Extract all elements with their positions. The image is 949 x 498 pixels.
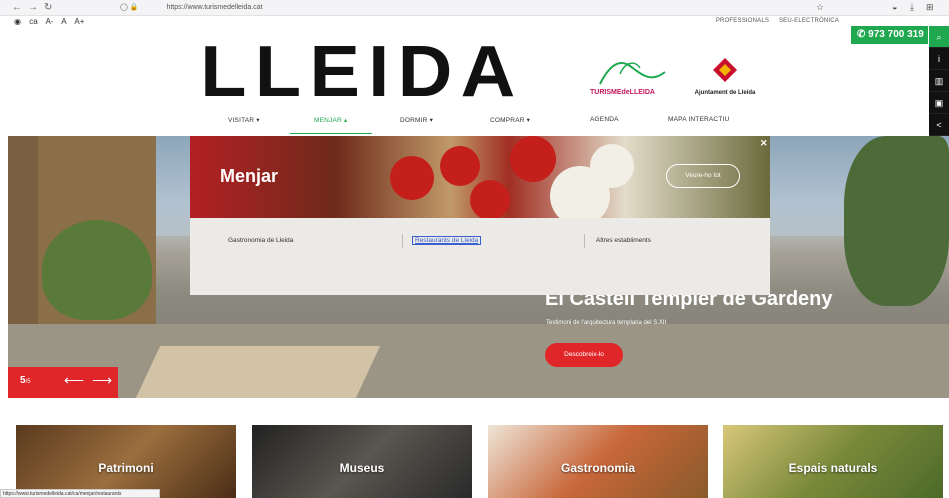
pocket-icon[interactable]: ◒ — [892, 2, 897, 12]
coat-of-arms-icon — [713, 58, 737, 82]
nav-menjar[interactable]: MENJAR ▴ — [314, 116, 347, 124]
slide-total: /5 — [25, 379, 31, 385]
next-slide-icon[interactable]: ⟶ — [92, 372, 112, 389]
turisme-logo-graphic — [599, 62, 666, 85]
language-icon[interactable]: ◉ — [14, 17, 21, 26]
divider — [402, 234, 403, 248]
phone-button[interactable]: ✆ 973 700 319 — [851, 26, 928, 44]
nav-active-indicator — [290, 133, 372, 134]
address-bar[interactable]: ◯ 🔒 https://www.turismedelleida.cat — [120, 1, 840, 14]
extensions-icon[interactable]: ⊞ — [926, 2, 934, 13]
bookmark-star-icon[interactable]: ☆ — [816, 2, 824, 13]
nav-agenda[interactable]: AGENDA — [590, 116, 619, 123]
hero-tree-right — [844, 136, 949, 306]
hero-subtitle: Testimoni de l'arquitectura templaria de… — [546, 320, 667, 326]
tomato-shape — [390, 156, 434, 200]
status-bar-url: https://www.turismedelleida.cat/ca/menja… — [0, 489, 160, 498]
search-icon[interactable]: ⌕ — [929, 26, 949, 48]
nav-comprar[interactable]: COMPRAR ▾ — [490, 116, 530, 124]
nav-dormir[interactable]: DORMIR ▾ — [400, 116, 433, 124]
shield-icon: ◯ — [120, 4, 128, 11]
share-icon[interactable]: < — [929, 114, 949, 136]
language-selector[interactable]: ca — [29, 17, 37, 26]
phone-icon: ✆ — [857, 29, 869, 40]
dropdown-title: Menjar — [220, 166, 279, 186]
hero-path — [135, 346, 381, 398]
text-size-decrease[interactable]: A- — [45, 17, 53, 26]
ajuntament-logo[interactable]: Ajuntament de Lleida — [680, 54, 770, 104]
card-label: Gastronomia — [560, 461, 635, 475]
prev-slide-icon[interactable]: ⟵ — [64, 372, 84, 389]
slide-counter: 5/5 — [20, 375, 31, 386]
url-text: https://www.turismedelleida.cat — [166, 4, 263, 11]
lock-icon: 🔒 — [129, 4, 139, 11]
card-label: Patrimoni — [98, 461, 154, 475]
category-cards: Patrimoni Museus Gastronomia Espais natu… — [0, 425, 949, 498]
discover-button[interactable]: Descobreix-lo — [545, 343, 623, 367]
map-icon[interactable]: ▥ — [929, 70, 949, 92]
phone-number: 973 700 319 — [868, 29, 924, 40]
tomato-shape — [440, 146, 480, 186]
turisme-logo-text: TURISMEdeLLEIDA — [590, 89, 655, 96]
tomato-shape — [470, 180, 510, 218]
card-gastronomia[interactable]: Gastronomia — [488, 425, 708, 498]
forward-icon[interactable]: → — [28, 2, 38, 13]
utility-bar: ◉ ca A- A A+ PROFESSIONALS SEU-ELECTRÒNI… — [0, 16, 949, 28]
main-nav: VISITAR ▾ MENJAR ▴ DORMIR ▾ COMPRAR ▾ AG… — [160, 116, 810, 130]
link-seu-electronica[interactable]: SEU-ELECTRÒNICA — [779, 18, 839, 24]
tomato-shape — [510, 136, 556, 182]
card-patrimoni[interactable]: Patrimoni — [16, 425, 236, 498]
card-label: Museus — [339, 461, 385, 475]
info-icon[interactable]: i — [929, 48, 949, 70]
link-altres[interactable]: Altres establiments — [596, 237, 651, 244]
slider-controls: 5/5 ⟵ ⟶ — [8, 367, 118, 398]
garlic-shape — [590, 144, 634, 188]
divider — [584, 234, 585, 248]
nav-mapa-interactiu[interactable]: MAPA INTERACTIU — [668, 116, 729, 123]
browser-toolbar: ← → ↻ ◯ 🔒 https://www.turismedelleida.ca… — [0, 0, 949, 16]
card-label: Espais naturals — [788, 461, 878, 475]
card-museus[interactable]: Museus — [252, 425, 472, 498]
close-icon[interactable]: ✕ — [760, 138, 768, 149]
link-gastronomia[interactable]: Gastronomia de Lleida — [228, 237, 293, 244]
view-all-button[interactable]: Veure-ho tot — [666, 164, 740, 188]
hero-tree — [42, 220, 152, 320]
back-icon[interactable]: ← — [12, 2, 22, 13]
floating-tools: ⌕ i ▥ ▣ < — [929, 26, 949, 136]
turisme-lleida-logo[interactable]: TURISMEdeLLEIDA — [590, 54, 676, 104]
text-size-normal[interactable]: A — [61, 17, 66, 26]
reload-icon[interactable]: ↻ — [44, 2, 52, 13]
nav-visitar[interactable]: VISITAR ▾ — [228, 116, 260, 124]
text-size-increase[interactable]: A+ — [74, 17, 84, 26]
link-professionals[interactable]: PROFESSIONALS — [716, 18, 769, 24]
download-icon[interactable]: ⤓ — [910, 2, 914, 13]
lleida-logo[interactable]: LLEIDA — [200, 36, 523, 108]
card-espais-naturals[interactable]: Espais naturals — [723, 425, 943, 498]
bus-icon[interactable]: ▣ — [929, 92, 949, 114]
ajuntament-logo-text: Ajuntament de Lleida — [694, 90, 756, 96]
menjar-dropdown: Menjar Veure-ho tot ✕ Gastronomia de Lle… — [190, 136, 770, 295]
link-restaurants[interactable]: Restaurants de Lleida — [412, 236, 482, 245]
